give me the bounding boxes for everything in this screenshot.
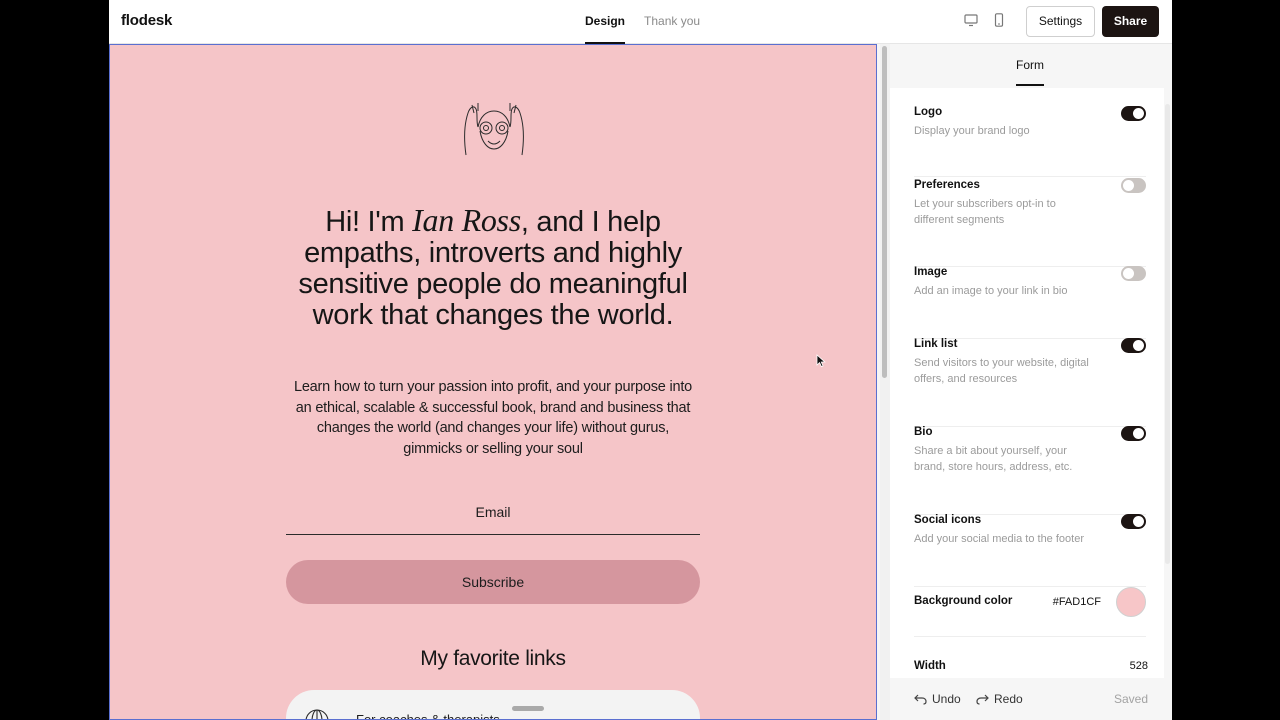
device-toggle bbox=[964, 13, 1006, 27]
panel-footer: Undo Redo Saved bbox=[890, 678, 1172, 720]
links-heading[interactable]: My favorite links bbox=[286, 647, 700, 671]
setting-title: Bio bbox=[914, 426, 933, 438]
panel-body: Logo Display your brand logo Preferences… bbox=[890, 88, 1164, 678]
setting-title: Background color bbox=[914, 595, 1013, 607]
tab-thank-you[interactable]: Thank you bbox=[644, 0, 700, 44]
bio-toggle[interactable] bbox=[1121, 426, 1146, 441]
undo-label: Undo bbox=[932, 692, 961, 706]
setting-title: Social icons bbox=[914, 514, 982, 526]
toggle-knob bbox=[1123, 268, 1134, 279]
subscribe-button[interactable]: Subscribe bbox=[286, 560, 700, 604]
canvas-scrollbar[interactable] bbox=[880, 44, 890, 720]
social-icons-toggle[interactable] bbox=[1121, 514, 1146, 529]
editor-tabs: Design Thank you bbox=[585, 0, 700, 44]
link-list-toggle[interactable] bbox=[1121, 338, 1146, 353]
setting-bio: Bio Share a bit about yourself, your bra… bbox=[914, 426, 1146, 515]
setting-background-color: Background color #FAD1CF bbox=[914, 587, 1146, 637]
form-preview-canvas[interactable]: Hi! I'm Ian Ross, and I help empaths, in… bbox=[109, 44, 877, 720]
brand-logo[interactable]: flodesk bbox=[121, 12, 172, 29]
logo-toggle[interactable] bbox=[1121, 106, 1146, 121]
redo-button[interactable]: Redo bbox=[976, 692, 1023, 706]
undo-icon bbox=[914, 694, 927, 705]
toggle-knob bbox=[1133, 428, 1144, 439]
desktop-icon[interactable] bbox=[964, 13, 978, 27]
drag-handle[interactable] bbox=[512, 706, 544, 711]
tab-form[interactable]: Form bbox=[1016, 56, 1044, 86]
redo-icon bbox=[976, 694, 989, 705]
toggle-knob bbox=[1133, 340, 1144, 351]
toggle-knob bbox=[1123, 180, 1134, 191]
preferences-toggle[interactable] bbox=[1121, 178, 1146, 193]
setting-logo: Logo Display your brand logo bbox=[914, 106, 1146, 177]
hero-subtext[interactable]: Learn how to turn your passion into prof… bbox=[290, 377, 696, 459]
setting-width: Width 528 bbox=[914, 660, 1148, 678]
tab-design[interactable]: Design bbox=[585, 0, 626, 44]
redo-label: Redo bbox=[994, 692, 1023, 706]
setting-description: Share a bit about yourself, your brand, … bbox=[914, 445, 1073, 473]
setting-title: Width bbox=[914, 660, 946, 672]
setting-preferences: Preferences Let your subscribers opt-in … bbox=[914, 178, 1146, 267]
background-color-swatch[interactable] bbox=[1116, 587, 1146, 617]
width-value[interactable]: 528 bbox=[1130, 660, 1148, 672]
brand-logo-illustration-icon[interactable] bbox=[462, 101, 526, 157]
email-input[interactable]: Email bbox=[286, 495, 700, 535]
toggle-knob bbox=[1133, 516, 1144, 527]
link-item-label: For coaches & therapists bbox=[356, 712, 500, 720]
globe-icon bbox=[305, 709, 329, 719]
image-toggle[interactable] bbox=[1121, 266, 1146, 281]
settings-button[interactable]: Settings bbox=[1026, 6, 1095, 37]
undo-button[interactable]: Undo bbox=[914, 692, 961, 706]
settings-panel: Form Logo Display your brand logo Prefer… bbox=[890, 44, 1172, 720]
canvas-scrollbar-thumb[interactable] bbox=[882, 46, 887, 378]
link-list-item[interactable]: For coaches & therapists bbox=[286, 690, 700, 720]
setting-social-icons: Social icons Add your social media to th… bbox=[914, 514, 1146, 587]
mobile-icon[interactable] bbox=[992, 13, 1006, 27]
background-color-hex[interactable]: #FAD1CF bbox=[1053, 595, 1101, 609]
mouse-cursor-icon bbox=[816, 354, 826, 368]
setting-description: Send visitors to your website, digital o… bbox=[914, 357, 1089, 385]
setting-image: Image Add an image to your link in bio bbox=[914, 266, 1146, 339]
setting-description: Add your social media to the footer bbox=[914, 533, 1084, 545]
setting-title: Logo bbox=[914, 106, 943, 118]
setting-description: Display your brand logo bbox=[914, 125, 1030, 137]
setting-title: Image bbox=[914, 266, 948, 278]
setting-link-list: Link list Send visitors to your website,… bbox=[914, 338, 1146, 427]
save-status: Saved bbox=[1113, 692, 1148, 706]
headline-name: Ian Ross bbox=[412, 202, 521, 238]
panel-scrollbar[interactable] bbox=[1165, 104, 1170, 564]
share-button[interactable]: Share bbox=[1102, 6, 1159, 37]
setting-title: Preferences bbox=[914, 179, 980, 191]
setting-title: Link list bbox=[914, 338, 958, 350]
headline-intro: Hi! I'm bbox=[325, 206, 413, 238]
setting-description: Add an image to your link in bio bbox=[914, 285, 1068, 297]
setting-description: Let your subscribers opt-in to different… bbox=[914, 198, 1056, 226]
top-bar: flodesk Design Thank you Settings Share bbox=[109, 0, 1172, 44]
app-window: flodesk Design Thank you Settings Share bbox=[109, 0, 1172, 720]
hero-headline[interactable]: Hi! I'm Ian Ross, and I help empaths, in… bbox=[290, 202, 696, 331]
toggle-knob bbox=[1133, 108, 1144, 119]
